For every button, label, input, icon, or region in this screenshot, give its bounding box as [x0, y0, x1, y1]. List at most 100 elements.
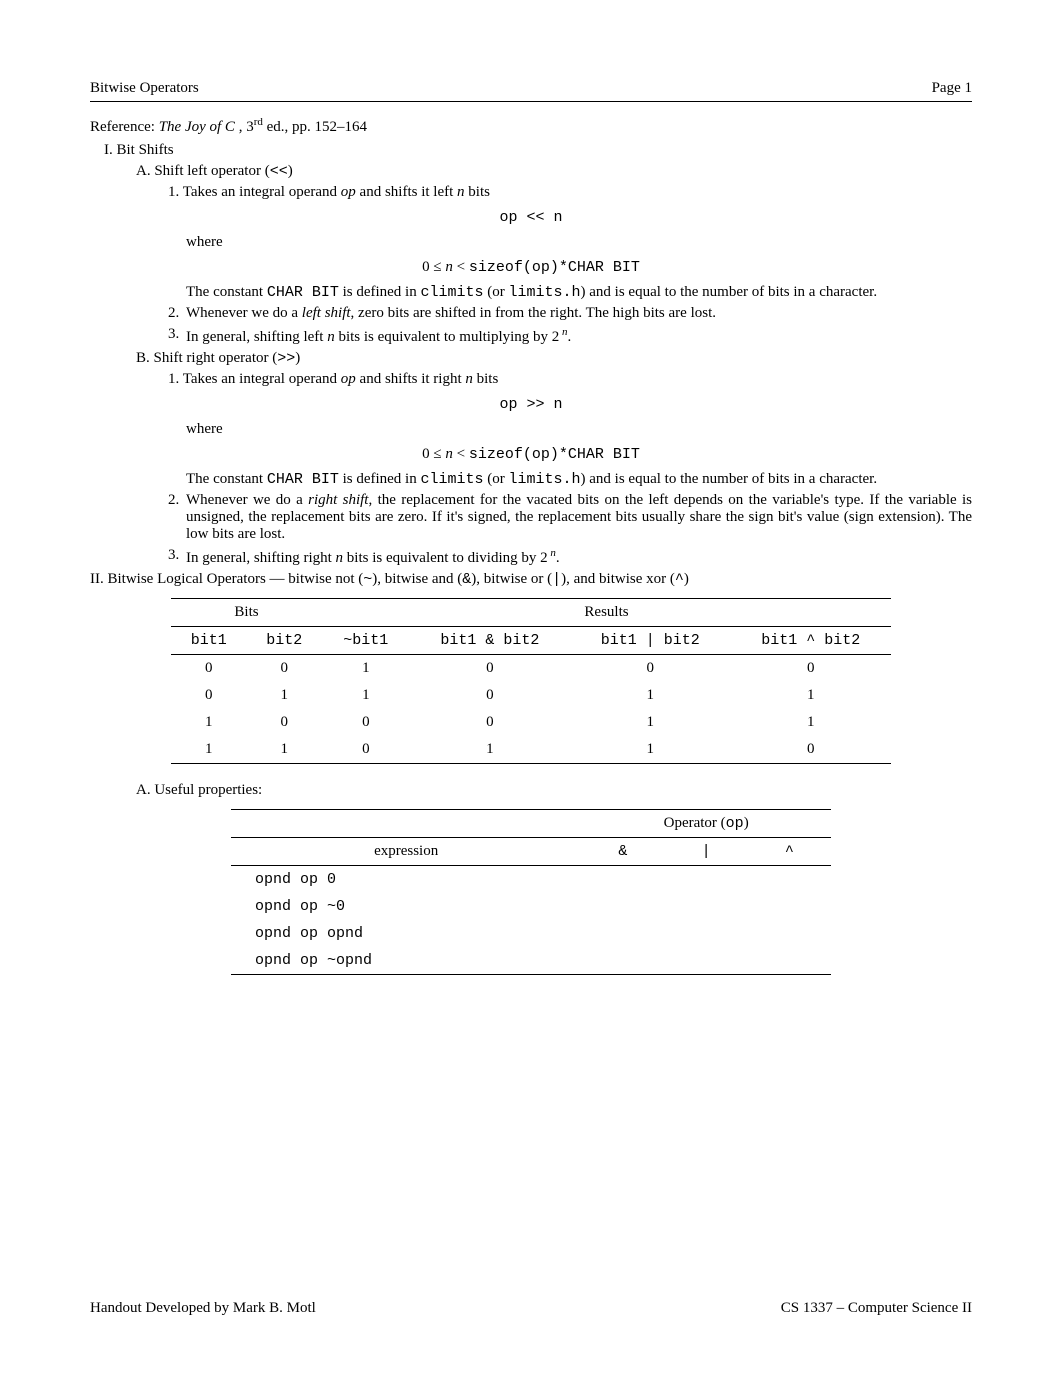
I-A-1: 1. Takes an integral operand op and shif…: [168, 184, 972, 201]
code-op-shl-n: op << n: [90, 209, 972, 226]
cell: 0: [410, 655, 570, 683]
th-notbit1: ~bit1: [322, 627, 410, 655]
cell: 1: [410, 736, 570, 764]
txt: ) and is equal to the number of bits in …: [581, 284, 878, 300]
I-B-1: 1. Takes an integral operand op and shif…: [168, 371, 972, 388]
txt: and shifts it left: [356, 184, 457, 200]
txt: ): [288, 163, 293, 179]
section-I-A-title: A. Shift left operator (<<): [136, 163, 972, 180]
tt: &: [462, 571, 471, 588]
cell: opnd op 0: [231, 866, 581, 894]
charbit-note-B: The constant CHAR BIT is defined in clim…: [186, 471, 972, 488]
tt: limits.h: [509, 471, 581, 488]
txt: ) and is equal to the number of bits in …: [581, 471, 878, 487]
cell: [581, 893, 664, 920]
cell: 1: [570, 736, 730, 764]
txt: and shifts it right: [356, 371, 466, 387]
footer-right: CS 1337 – Computer Science II: [781, 1300, 972, 1317]
cell: 0: [171, 682, 247, 709]
cell: 0: [731, 655, 892, 683]
th-results: Results: [322, 599, 891, 627]
cell: 1: [570, 709, 730, 736]
t: In general, shifting right: [186, 550, 336, 566]
th-and: bit1 & bit2: [410, 627, 570, 655]
cell: [748, 920, 831, 947]
txt: bits: [465, 184, 490, 200]
txt: The constant: [186, 284, 267, 300]
i: right shift: [308, 492, 368, 508]
txt: In general, shifting right n bits is equ…: [186, 547, 972, 567]
txt: Whenever we do a left shift, zero bits a…: [186, 305, 972, 322]
cell: 1: [570, 682, 730, 709]
cell: [581, 866, 664, 894]
where-label: where: [186, 234, 972, 251]
table-row: opnd op ~0: [231, 893, 831, 920]
table-row: opnd op opnd: [231, 920, 831, 947]
t: , zero bits are shifted in from the righ…: [351, 305, 716, 321]
I-B-3: 3. In general, shifting right n bits is …: [168, 547, 972, 567]
cell: [748, 866, 831, 894]
cell: 1: [171, 736, 247, 764]
txt: 1. Takes an integral operand: [168, 184, 341, 200]
op: >>: [277, 350, 295, 367]
cell: [665, 866, 748, 894]
th-or: bit1 | bit2: [570, 627, 730, 655]
num: 3.: [168, 547, 186, 567]
I-A-3: 3. In general, shifting left n bits is e…: [168, 326, 972, 346]
t: ), bitwise or (: [471, 571, 552, 587]
footer-left: Handout Developed by Mark B. Motl: [90, 1300, 316, 1317]
cell: [748, 947, 831, 975]
cell: [581, 920, 664, 947]
table-row: 100011: [171, 709, 891, 736]
txt: 0 ≤: [422, 446, 445, 462]
cell: opnd op ~opnd: [231, 947, 581, 975]
th-bit2: bit2: [247, 627, 323, 655]
cell: [665, 947, 748, 975]
num: 3.: [168, 326, 186, 346]
t: II. Bitwise Logical Operators — bitwise …: [90, 571, 363, 587]
cell: 1: [322, 655, 410, 683]
tt: sizeof(op)*CHAR BIT: [469, 259, 640, 276]
footer: Handout Developed by Mark B. Motl CS 133…: [90, 1300, 972, 1317]
cell: 1: [731, 709, 892, 736]
cell: 0: [171, 655, 247, 683]
th-amp: &: [581, 838, 664, 866]
sup: n: [559, 326, 567, 338]
cell: [748, 893, 831, 920]
txt: is defined in: [339, 471, 421, 487]
where-label-B: where: [186, 421, 972, 438]
txt: <: [453, 446, 469, 462]
tt: CHAR BIT: [267, 284, 339, 301]
sup: n: [548, 547, 556, 559]
op-italic: op: [341, 371, 356, 387]
cell: 0: [570, 655, 730, 683]
op-italic: op: [341, 184, 356, 200]
t: bits is equivalent to multiplying by 2: [335, 329, 560, 345]
txt: A. Shift left operator (: [136, 163, 270, 179]
reference-tail: ed., pp. 152–164: [263, 119, 367, 135]
n: n: [445, 446, 453, 462]
cell: 1: [171, 709, 247, 736]
table-row: 110110: [171, 736, 891, 764]
cell: 0: [410, 682, 570, 709]
i: left shift: [302, 305, 351, 321]
txt: bits: [473, 371, 498, 387]
table-row: opnd op 0: [231, 866, 831, 894]
txt: In general, shifting left n bits is equi…: [186, 326, 972, 346]
I-A-2: 2. Whenever we do a left shift, zero bit…: [168, 305, 972, 322]
reference-label: Reference:: [90, 119, 155, 135]
table-row: 001000: [171, 655, 891, 683]
tt: ^: [675, 571, 684, 588]
truth-table: Bits Results bit1 bit2 ~bit1 bit1 & bit2…: [171, 598, 891, 764]
t: Operator (: [664, 815, 726, 831]
cell: 1: [322, 682, 410, 709]
cell: 0: [322, 736, 410, 764]
section-II-A-title: A. Useful properties:: [136, 782, 972, 799]
reference-sup: rd: [254, 116, 263, 128]
tt: op: [726, 815, 744, 832]
I-B-2: 2. Whenever we do a right shift, the rep…: [168, 492, 972, 543]
txt: Whenever we do a right shift, the replac…: [186, 492, 972, 543]
txt: <: [453, 259, 469, 275]
reference-line: Reference: The Joy of C , 3rd ed., pp. 1…: [90, 116, 972, 136]
txt: (or: [484, 471, 509, 487]
